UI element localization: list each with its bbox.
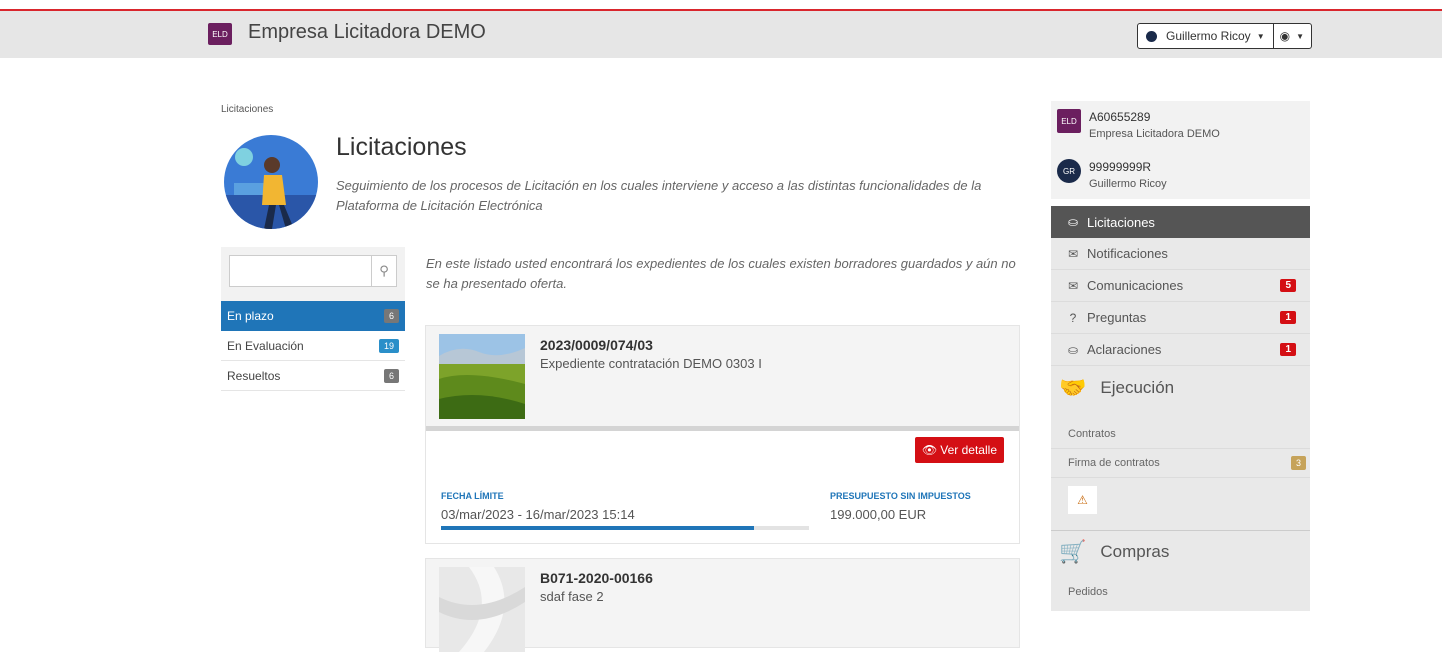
deadline-progress bbox=[441, 526, 809, 530]
user-avatar: GR bbox=[1057, 159, 1081, 183]
sidebar-item-contratos[interactable]: Contratos bbox=[1051, 420, 1310, 449]
language-menu-button[interactable]: ◉ ▼ bbox=[1274, 24, 1310, 48]
view-detail-button[interactable]: 👁 Ver detalle bbox=[915, 437, 1004, 463]
search-button[interactable]: ⚲ bbox=[371, 255, 397, 287]
section-compras: 🛒 Compras bbox=[1051, 531, 1310, 573]
search-box: ⚲ bbox=[221, 247, 405, 301]
app-header: ELD Empresa Licitadora DEMO Guillermo Ri… bbox=[0, 11, 1442, 58]
tender-thumbnail bbox=[439, 334, 525, 419]
sidebar-item-aclaraciones[interactable]: ⛀ Aclaraciones 1 bbox=[1051, 334, 1310, 366]
budget-value: 199.000,00 EUR bbox=[830, 507, 927, 522]
inbox-icon: ⛀ bbox=[1067, 215, 1079, 229]
sidebar-item-firma-contratos[interactable]: Firma de contratos 3 bbox=[1051, 449, 1310, 478]
company-name: Empresa Licitadora DEMO bbox=[1089, 128, 1220, 140]
pending-badge: 3 bbox=[1290, 456, 1306, 470]
company-badge: ELD bbox=[1057, 109, 1081, 133]
view-detail-label: Ver detalle bbox=[940, 443, 997, 457]
globe-icon: ◉ bbox=[1279, 29, 1291, 43]
sidebar-item-preguntas[interactable]: ? Preguntas 1 bbox=[1051, 302, 1310, 334]
section-title: Ejecución bbox=[1100, 378, 1175, 397]
user-id: 99999999R bbox=[1089, 160, 1152, 174]
filter-count: 6 bbox=[383, 309, 399, 323]
sidebar-item-label: Comunicaciones bbox=[1087, 278, 1184, 293]
sidebar-item-label: Pedidos bbox=[1068, 586, 1108, 598]
company-id: A60655289 bbox=[1089, 110, 1151, 124]
unread-badge: 1 bbox=[1280, 311, 1296, 324]
envelope-icon: ✉ bbox=[1067, 246, 1079, 261]
tender-card: 2023/0009/074/03 Expediente contratación… bbox=[425, 325, 1020, 544]
list-intro-text: En este listado usted encontrará los exp… bbox=[426, 256, 1016, 291]
section-ejecucion: 🤝 Ejecución bbox=[1051, 366, 1310, 410]
filter-count: 6 bbox=[383, 368, 399, 383]
identity-panel: ELD A60655289 Empresa Licitadora DEMO GR… bbox=[1051, 101, 1310, 199]
user-menu-label: Guillermo Ricoy bbox=[1166, 29, 1251, 43]
sidebar-item-notificaciones[interactable]: ✉ Notificaciones bbox=[1051, 238, 1310, 270]
warning-icon: ⚠ bbox=[1077, 493, 1088, 507]
unread-badge: 5 bbox=[1280, 279, 1296, 292]
question-icon: ? bbox=[1069, 310, 1077, 325]
budget-label: PRESUPUESTO SIN IMPUESTOS bbox=[830, 491, 971, 501]
tender-code[interactable]: B071-2020-00166 bbox=[540, 570, 653, 586]
tender-name: Expediente contratación DEMO 0303 I bbox=[540, 356, 762, 371]
sidebar-menu: ⛀ Licitaciones ✉ Notificaciones ✉ Comuni… bbox=[1051, 206, 1310, 611]
tender-details: 👁 Ver detalle FECHA LÍMITE 03/mar/2023 -… bbox=[426, 431, 1019, 543]
brand-badge: ELD bbox=[208, 23, 232, 45]
user-menu-group: Guillermo Ricoy ▼ ◉ ▼ bbox=[1137, 23, 1312, 49]
warning-button[interactable]: ⚠ bbox=[1068, 486, 1097, 514]
tender-thumbnail bbox=[439, 567, 525, 652]
filter-resueltos[interactable]: Resueltos 6 bbox=[221, 361, 405, 391]
sidebar-item-label: Firma de contratos bbox=[1068, 457, 1160, 469]
sidebar-item-comunicaciones[interactable]: ✉ Comunicaciones 5 bbox=[1051, 270, 1310, 302]
cart-icon: 🛒 bbox=[1059, 539, 1087, 564]
filter-count: 19 bbox=[378, 338, 399, 353]
sidebar-item-label: Aclaraciones bbox=[1087, 342, 1162, 357]
right-sidebar: ELD A60655289 Empresa Licitadora DEMO GR… bbox=[1051, 101, 1310, 611]
hero-illustration bbox=[224, 135, 318, 229]
filter-label: Resueltos bbox=[227, 368, 281, 383]
sidebar-item-label: Preguntas bbox=[1087, 310, 1147, 325]
search-icon: ⚲ bbox=[379, 263, 389, 278]
eye-icon: 👁 bbox=[922, 443, 938, 457]
sidebar-item-label: Notificaciones bbox=[1087, 246, 1168, 261]
page-description: Seguimiento de los procesos de Licitació… bbox=[336, 178, 982, 213]
section-title: Compras bbox=[1100, 542, 1170, 561]
deadline-label: FECHA LÍMITE bbox=[441, 491, 504, 501]
filter-en-evaluacion[interactable]: En Evaluación 19 bbox=[221, 331, 405, 361]
deadline-progress-fill bbox=[441, 526, 754, 530]
unread-badge: 1 bbox=[1280, 343, 1296, 356]
filter-nav: ⚲ En plazo 6 En Evaluación 19 Resueltos … bbox=[221, 247, 405, 391]
search-input[interactable] bbox=[229, 255, 371, 287]
filter-label: En Evaluación bbox=[227, 338, 304, 353]
breadcrumb[interactable]: Licitaciones bbox=[221, 104, 273, 115]
tender-name: sdaf fase 2 bbox=[540, 589, 604, 604]
chevron-down-icon: ▼ bbox=[1256, 31, 1265, 41]
deadline-value: 03/mar/2023 - 16/mar/2023 15:14 bbox=[441, 507, 635, 522]
user-name: Guillermo Ricoy bbox=[1089, 178, 1167, 190]
chevron-down-icon: ▼ bbox=[1296, 31, 1305, 41]
filter-label: En plazo bbox=[227, 309, 274, 323]
sidebar-item-label: Contratos bbox=[1068, 428, 1116, 440]
tender-code[interactable]: 2023/0009/074/03 bbox=[540, 337, 653, 353]
tender-card: B071-2020-00166 sdaf fase 2 bbox=[425, 558, 1020, 652]
sidebar-item-licitaciones[interactable]: ⛀ Licitaciones bbox=[1051, 206, 1310, 238]
envelope-icon: ✉ bbox=[1067, 278, 1079, 293]
sidebar-item-pedidos[interactable]: Pedidos bbox=[1051, 573, 1310, 611]
sidebar-item-label: Licitaciones bbox=[1087, 214, 1155, 230]
brand-name[interactable]: Empresa Licitadora DEMO bbox=[248, 21, 486, 44]
page-title: Licitaciones bbox=[336, 133, 467, 161]
handshake-icon: 🤝 bbox=[1059, 375, 1087, 400]
user-menu-button[interactable]: Guillermo Ricoy ▼ bbox=[1138, 24, 1274, 48]
inbox-icon: ⛀ bbox=[1067, 342, 1079, 357]
filter-en-plazo[interactable]: En plazo 6 bbox=[221, 301, 405, 331]
user-avatar-dot bbox=[1146, 30, 1157, 42]
